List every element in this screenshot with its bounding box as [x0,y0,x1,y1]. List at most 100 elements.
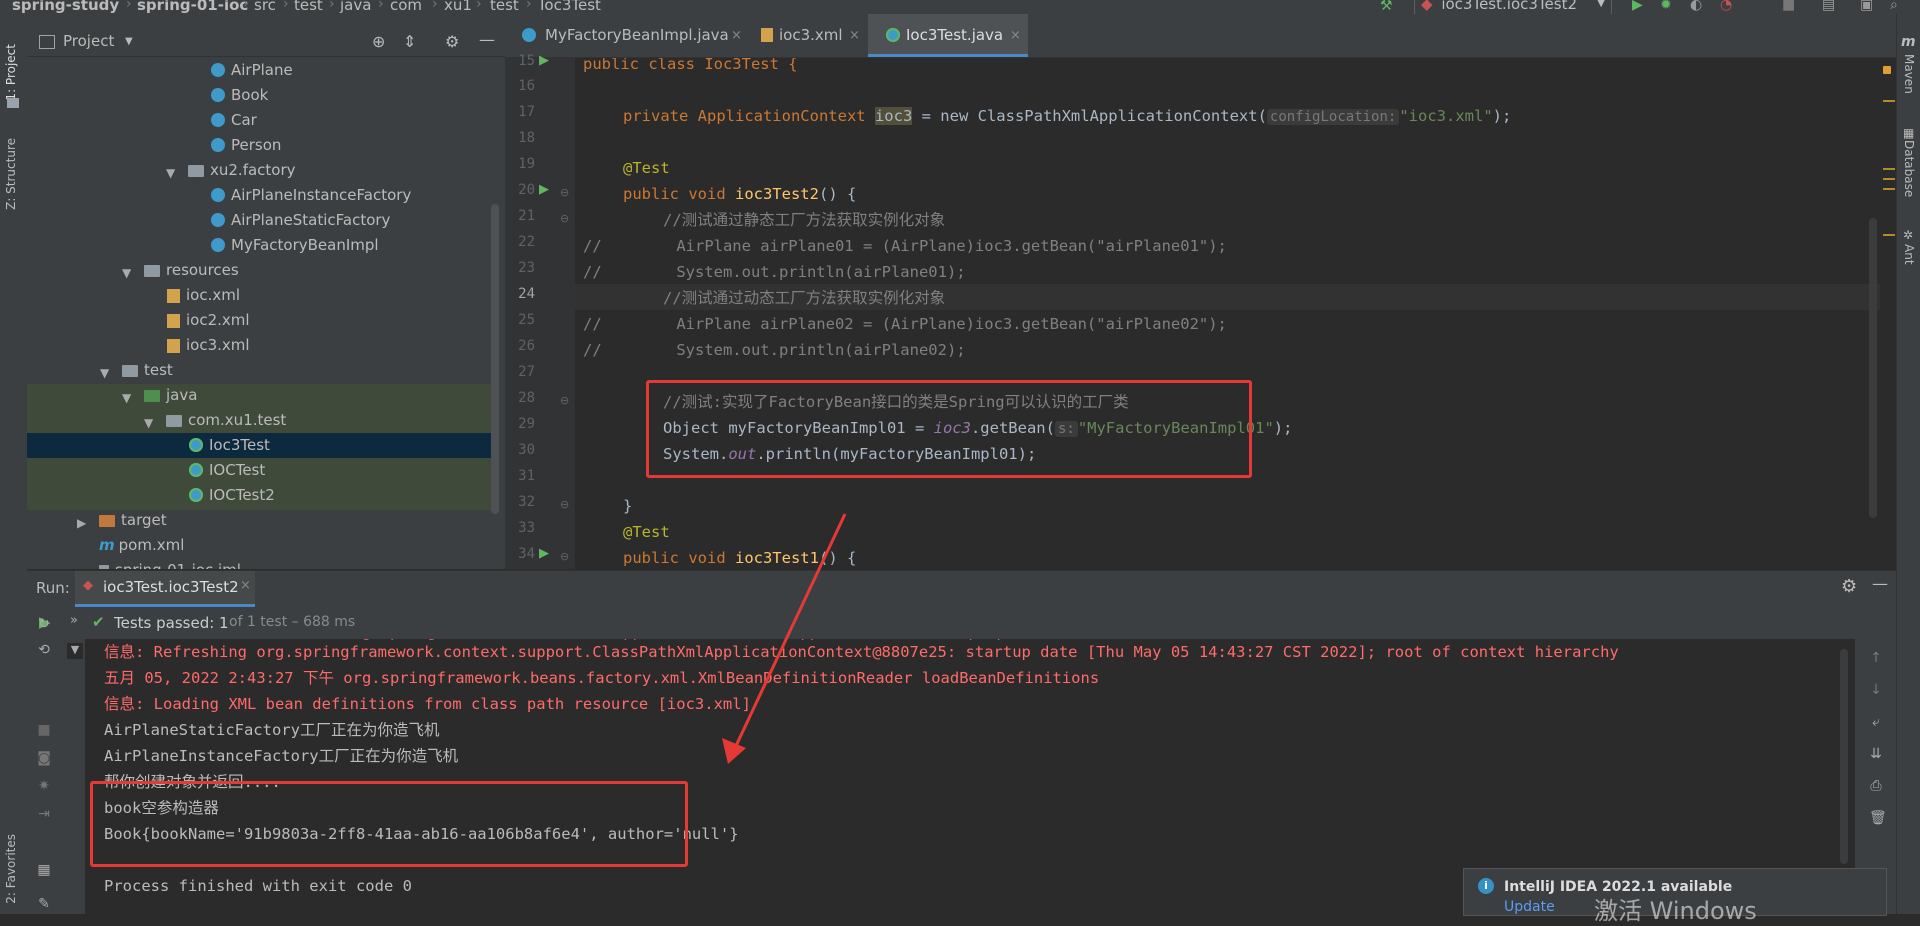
tree-item-airplane-static-factory[interactable]: AirPlaneStaticFactory [211,208,390,233]
arrow-down-icon[interactable]: ↓ [1869,683,1883,697]
layout-icon[interactable]: ▦ [37,863,51,877]
tree-item-pom-xml[interactable]: m pom.xml [99,533,184,558]
breadcrumb-test[interactable]: test [294,0,323,14]
tree-item-ioc-xml[interactable]: ioc.xml [167,283,240,308]
collapse-all-icon[interactable]: ⇕ [403,32,416,51]
run-icon[interactable]: ▶ [1632,0,1643,13]
tree-item-ioc3test[interactable]: Ioc3Test [189,433,270,458]
tree-item-com-xu1-test[interactable]: com.xu1.test [166,408,286,433]
warning-marker[interactable] [1883,100,1895,102]
pin-icon[interactable]: ✎ [37,897,51,911]
run-config-selector[interactable]: ◆ ioc3Test.ioc3Test2 ▼ [1414,0,1612,14]
warning-marker[interactable] [1883,168,1895,170]
warning-marker[interactable] [1883,188,1895,190]
breadcrumb-test-pkg[interactable]: test [490,0,519,14]
print-icon[interactable]: ⎙ [1869,779,1883,793]
favorites-tool-tab[interactable]: 2: Favorites [4,834,18,904]
project-structure-icon[interactable]: ▤ [1822,0,1835,13]
toggle-tree-icon[interactable]: ⟲ [37,643,51,657]
settings-icon[interactable]: ✷ [37,779,51,793]
tree-item-airplane[interactable]: AirPlane [211,58,293,83]
collapse-arrow-icon[interactable]: ▶ [77,516,86,530]
arrow-up-icon[interactable]: ↑ [1869,651,1883,665]
tree-item-airplane-instance-factory[interactable]: AirPlaneInstanceFactory [211,183,411,208]
tree-item-resources[interactable]: resources [144,258,239,283]
expand-arrow-icon[interactable]: ▼ [144,416,153,430]
close-icon[interactable]: × [240,578,251,593]
gear-icon[interactable]: ⚙ [1841,576,1857,597]
ant-tool-tab[interactable]: Ant [1902,244,1916,265]
project-scrollbar[interactable] [491,204,499,514]
exit-icon[interactable]: ⇥ [37,807,51,821]
database-tool-tab[interactable]: Database [1902,140,1916,197]
breadcrumb-java[interactable]: java [340,0,371,14]
profile-icon[interactable]: ◔ [1720,0,1732,13]
expand-toolbar-icon[interactable]: » [70,613,78,628]
scroll-to-end-icon[interactable]: ⇊ [1869,747,1883,761]
coverage-icon[interactable]: ◐ [1690,0,1702,13]
tree-item-test[interactable]: test [122,358,173,383]
warning-marker[interactable] [1883,178,1895,180]
fold-icon[interactable]: ⊖ [560,186,569,199]
tree-item-target[interactable]: target [99,508,167,533]
fold-icon[interactable]: ⊖ [560,394,569,407]
hide-icon[interactable]: — [479,30,495,49]
fold-icon[interactable]: ⊖ [560,212,569,225]
code-editor[interactable]: public class Ioc3Test { private Applicat… [575,58,1896,569]
project-view-selector[interactable]: Project [63,32,114,50]
editor-scrollbar[interactable] [1869,218,1877,518]
fold-icon[interactable]: ⊖ [560,550,569,563]
tab-ioc3-xml[interactable]: ioc3.xml × [755,14,865,57]
camera-icon[interactable]: ◙ [37,751,51,765]
expand-icon[interactable]: ▼ [67,643,83,659]
locate-icon[interactable]: ⊕ [372,32,385,51]
tree-item-car[interactable]: Car [211,108,257,133]
close-icon[interactable]: × [1010,14,1021,57]
tree-item-ioctest2[interactable]: IOCTest2 [189,483,275,508]
breadcrumb-file[interactable]: Ioc3Test [540,0,601,14]
trash-icon[interactable]: 🗑 [1869,811,1887,825]
tree-item-iml[interactable]: spring-01-ioc.iml [99,558,241,569]
expand-arrow-icon[interactable]: ▼ [100,366,109,380]
expand-arrow-icon[interactable]: ▼ [166,166,175,180]
tree-item-book[interactable]: Book [211,83,268,108]
rerun-failed-icon[interactable]: ↻ [37,617,51,631]
tree-item-xu2-factory[interactable]: xu2.factory [188,158,296,183]
warning-marker[interactable] [1883,234,1895,236]
tree-item-my-factory-bean-impl[interactable]: MyFactoryBeanImpl [211,233,379,258]
tree-item-java[interactable]: java [144,383,197,408]
project-tool-tab[interactable]: 1: Project [4,44,18,101]
tab-ioc3test-java[interactable]: Ioc3Test.java × [868,14,1028,57]
maven-tool-tab[interactable]: Maven [1902,54,1916,94]
breadcrumb-project[interactable]: spring-study [12,0,119,14]
update-notification[interactable]: i IntelliJ IDEA 2022.1 available Update … [1463,868,1887,925]
layout-icon[interactable]: ▣ [1860,0,1873,13]
expand-arrow-icon[interactable]: ▼ [122,391,131,405]
tree-item-ioc2-xml[interactable]: ioc2.xml [167,308,250,333]
tab-myfactorybeanimpl[interactable]: MyFactoryBeanImpl.java × [517,14,747,57]
debug-icon[interactable]: ✹ [1660,0,1672,13]
breadcrumb-src[interactable]: src [254,0,276,14]
update-link[interactable]: Update [1504,899,1555,915]
stop-icon[interactable]: ■ [1782,0,1795,13]
run-gutter-icon[interactable]: ▶ [539,182,549,197]
breadcrumb-com[interactable]: com [390,0,422,14]
run-tab[interactable]: ◆ ioc3Test.ioc3Test2 × [75,571,255,607]
run-gutter-icon[interactable]: ▶ [539,546,549,561]
breadcrumb-module[interactable]: spring-01-ioc [137,0,248,14]
hide-icon[interactable]: — [1872,574,1888,593]
tree-item-person[interactable]: Person [211,133,281,158]
chevron-down-icon[interactable]: ▼ [125,36,133,47]
console-scrollbar[interactable] [1840,649,1848,864]
tree-item-ioctest[interactable]: IOCTest [189,458,265,483]
close-icon[interactable]: × [849,14,860,57]
fold-icon[interactable]: ⊖ [560,498,569,511]
expand-arrow-icon[interactable]: ▼ [122,266,131,280]
breadcrumb-xu1[interactable]: xu1 [444,0,472,14]
tree-item-ioc3-xml[interactable]: ioc3.xml [167,333,250,358]
hammer-icon[interactable]: ⚒ [1380,0,1393,14]
run-gutter-icon[interactable]: ▶ [539,53,549,68]
structure-tool-tab[interactable]: Z: Structure [4,138,18,210]
stop-icon[interactable]: ■ [37,723,51,737]
close-icon[interactable]: × [731,14,742,57]
